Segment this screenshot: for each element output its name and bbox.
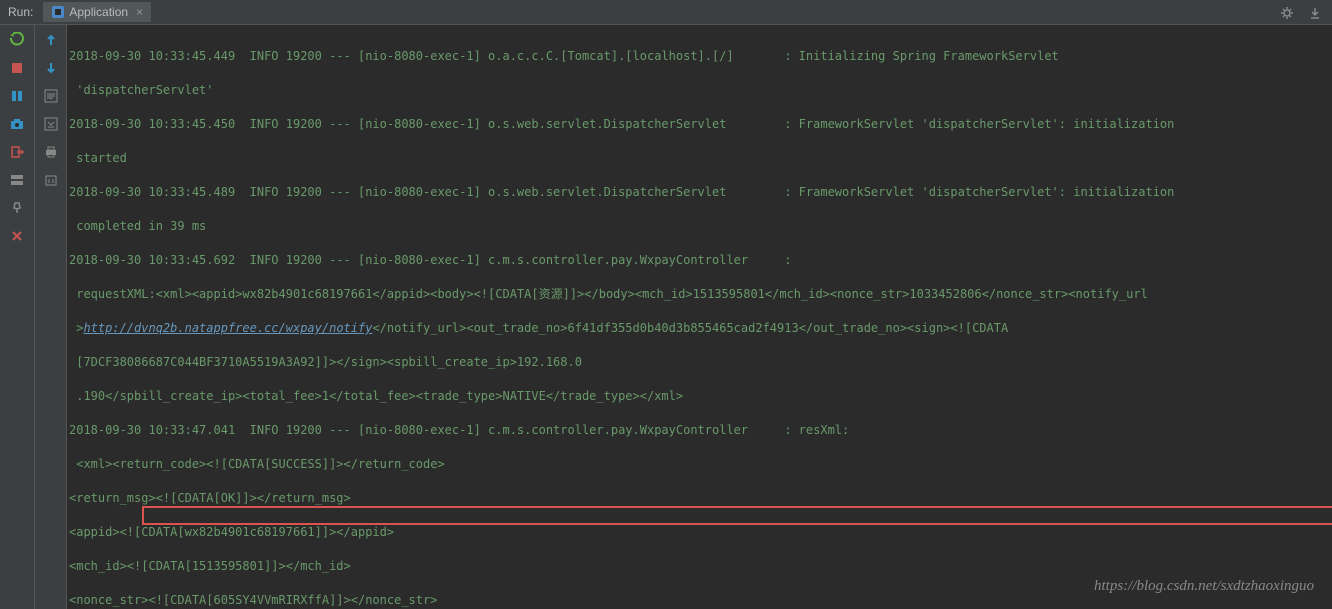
exit-icon[interactable] <box>8 143 26 161</box>
log-line: 2018-09-30 10:33:45.449 INFO 19200 --- [… <box>69 48 1330 65</box>
log-line: .190</spbill_create_ip><total_fee>1</tot… <box>69 388 1330 405</box>
log-line: <mch_id><![CDATA[1513595801]]></mch_id> <box>69 558 1330 575</box>
log-line: started <box>69 150 1330 167</box>
scroll-to-end-icon[interactable] <box>42 115 60 133</box>
wrap-icon[interactable] <box>42 87 60 105</box>
spring-icon <box>51 5 65 19</box>
log-line: 2018-09-30 10:33:47.041 INFO 19200 --- [… <box>69 422 1330 439</box>
console-toolbar <box>35 25 67 609</box>
arrow-up-icon[interactable] <box>42 31 60 49</box>
download-icon[interactable] <box>1306 4 1324 22</box>
close-panel-icon[interactable] <box>8 227 26 245</box>
camera-icon[interactable] <box>8 115 26 133</box>
log-line: 2018-09-30 10:33:45.692 INFO 19200 --- [… <box>69 252 1330 269</box>
notify-url-link[interactable]: http://dvnq2b.natappfree.cc/wxpay/notify <box>83 321 372 335</box>
annotation-highlight-box <box>142 506 1332 525</box>
log-line: >http://dvnq2b.natappfree.cc/wxpay/notif… <box>69 320 1330 337</box>
pause-icon[interactable] <box>8 87 26 105</box>
clear-icon[interactable] <box>42 171 60 189</box>
log-line: 2018-09-30 10:33:45.450 INFO 19200 --- [… <box>69 116 1330 133</box>
close-icon[interactable]: × <box>136 5 143 19</box>
print-icon[interactable] <box>42 143 60 161</box>
log-line: <return_msg><![CDATA[OK]]></return_msg> <box>69 490 1330 507</box>
log-line: <appid><![CDATA[wx82b4901c68197661]]></a… <box>69 524 1330 541</box>
run-label: Run: <box>8 5 33 19</box>
top-bar: Run: Application × <box>0 0 1332 25</box>
arrow-down-icon[interactable] <box>42 59 60 77</box>
left-toolbar <box>0 25 35 609</box>
watermark-text: https://blog.csdn.net/sxdtzhaoxinguo <box>1094 578 1314 595</box>
pin-icon[interactable] <box>8 199 26 217</box>
log-line: 2018-09-30 10:33:45.489 INFO 19200 --- [… <box>69 184 1330 201</box>
log-line: 'dispatcherServlet' <box>69 82 1330 99</box>
log-line: [7DCF38086687C044BF3710A5519A3A92]]></si… <box>69 354 1330 371</box>
gear-icon[interactable] <box>1278 4 1296 22</box>
rerun-icon[interactable] <box>8 31 26 49</box>
log-line: completed in 39 ms <box>69 218 1330 235</box>
log-line: requestXML:<xml><appid>wx82b4901c6819766… <box>69 286 1330 303</box>
tab-label: Application <box>69 5 128 19</box>
layout-icon[interactable] <box>8 171 26 189</box>
main-area: 2018-09-30 10:33:45.449 INFO 19200 --- [… <box>0 25 1332 609</box>
log-line: <xml><return_code><![CDATA[SUCCESS]]></r… <box>69 456 1330 473</box>
stop-icon[interactable] <box>8 59 26 77</box>
console-output[interactable]: 2018-09-30 10:33:45.449 INFO 19200 --- [… <box>67 25 1332 609</box>
tab-application[interactable]: Application × <box>43 2 151 22</box>
